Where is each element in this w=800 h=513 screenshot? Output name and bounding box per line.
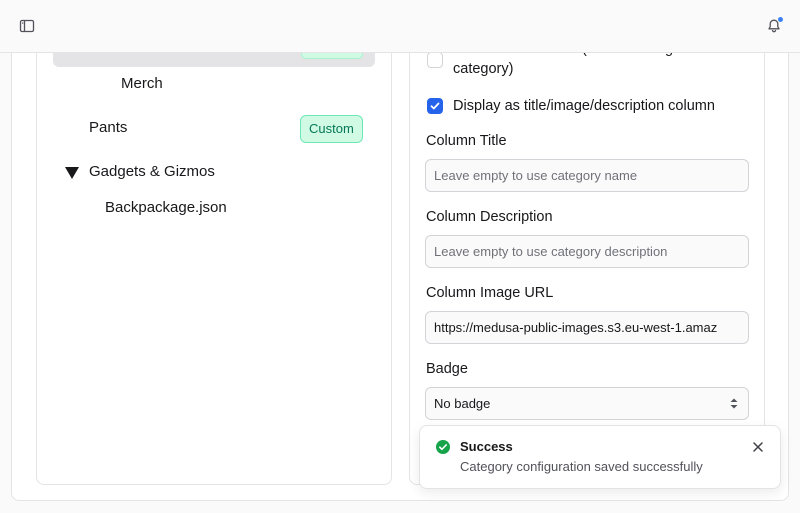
- tree-item-selected[interactable]: [53, 53, 375, 67]
- exclude-from-menu-checkbox[interactable]: [427, 53, 443, 68]
- tree-item-backpackage[interactable]: Backpackage.json: [105, 199, 227, 216]
- sidebar-toggle-button[interactable]: [13, 12, 41, 40]
- category-tree-panel: Merch Pants Custom Gadgets & Gizmos Back…: [36, 53, 392, 485]
- category-config-form: Exclude from menu (retains config but hi…: [409, 53, 765, 485]
- column-description-label: Column Description: [426, 209, 553, 225]
- toast-close-button[interactable]: [748, 437, 768, 457]
- column-title-label: Column Title: [426, 133, 507, 149]
- select-arrows-icon: [730, 398, 738, 409]
- selected-item-badge: [301, 53, 363, 59]
- checkmark-icon: [430, 102, 440, 110]
- notifications-button[interactable]: [760, 12, 788, 40]
- toast-title: Success: [460, 439, 513, 454]
- display-column-label: Display as title/image/description colum…: [453, 98, 715, 114]
- success-toast: Success Category configuration saved suc…: [419, 425, 781, 489]
- toast-message: Category configuration saved successfull…: [460, 459, 703, 474]
- notification-dot: [778, 17, 783, 22]
- badge-select-value: No badge: [434, 396, 491, 411]
- exclude-from-menu-label: Exclude from menu (retains config but hi…: [453, 53, 736, 77]
- display-column-checkbox[interactable]: [427, 98, 443, 114]
- tree-item-pants[interactable]: Pants: [89, 119, 127, 136]
- sidebar-panel-icon: [19, 19, 35, 33]
- custom-badge: Custom: [300, 115, 363, 143]
- column-image-url-input[interactable]: [425, 311, 749, 344]
- badge-label: Badge: [426, 361, 468, 377]
- column-description-input[interactable]: [425, 235, 749, 268]
- tree-item-gadgets-gizmos[interactable]: Gadgets & Gizmos: [89, 163, 215, 180]
- tree-item-merch[interactable]: Merch: [121, 75, 163, 92]
- expand-caret-icon[interactable]: [65, 167, 79, 179]
- check-circle-icon: [436, 440, 450, 454]
- column-image-url-label: Column Image URL: [426, 285, 554, 301]
- top-bar: [0, 0, 800, 53]
- badge-select[interactable]: No badge: [425, 387, 749, 420]
- close-icon: [753, 442, 763, 452]
- column-title-input[interactable]: [425, 159, 749, 192]
